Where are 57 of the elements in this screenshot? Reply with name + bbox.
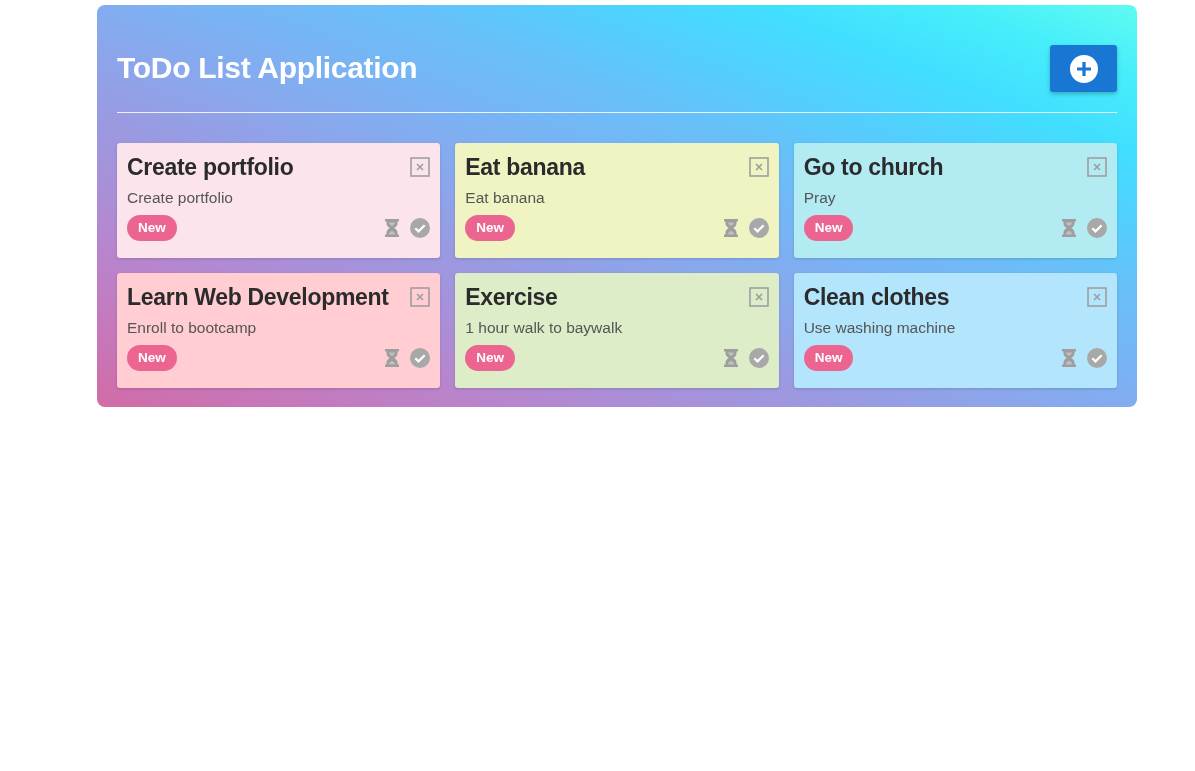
todo-title: Learn Web Development	[127, 283, 389, 311]
todo-description: Eat banana	[465, 188, 546, 208]
pending-button[interactable]	[1061, 218, 1077, 238]
close-icon	[748, 287, 769, 307]
complete-button[interactable]	[1087, 348, 1107, 368]
check-circle-icon	[1087, 348, 1107, 368]
status-badge: New	[803, 215, 854, 241]
complete-button[interactable]	[748, 218, 769, 238]
status-badge: New	[465, 215, 516, 241]
close-button[interactable]	[410, 287, 431, 307]
add-button[interactable]	[1050, 45, 1117, 92]
close-icon	[1087, 287, 1107, 307]
check-circle-icon	[410, 218, 431, 238]
hourglass-icon	[722, 218, 739, 238]
close-icon	[1087, 157, 1107, 177]
todo-description: Enroll to bootcamp	[127, 318, 258, 338]
close-button[interactable]	[748, 157, 769, 177]
pending-button[interactable]	[722, 218, 739, 238]
hourglass-icon	[384, 348, 401, 368]
close-button[interactable]	[1087, 287, 1107, 307]
check-circle-icon	[1087, 218, 1107, 238]
todo-title: Go to church	[803, 153, 944, 181]
hourglass-icon	[722, 348, 739, 368]
complete-button[interactable]	[1087, 218, 1107, 238]
complete-button[interactable]	[410, 218, 431, 238]
app-title: ToDo List Application	[117, 51, 418, 85]
todo-description: Create portfolio	[127, 188, 234, 208]
todo-description: 1 hour walk to baywalk	[465, 318, 624, 338]
hourglass-icon	[1061, 348, 1077, 368]
close-button[interactable]	[748, 287, 769, 307]
pending-button[interactable]	[384, 218, 401, 238]
todo-description: Pray	[803, 188, 837, 208]
status-badge: New	[127, 215, 177, 241]
close-button[interactable]	[410, 157, 431, 177]
status-badge: New	[465, 345, 516, 371]
check-circle-icon	[748, 348, 769, 368]
complete-button[interactable]	[748, 348, 769, 368]
status-badge: New	[803, 345, 854, 371]
pending-button[interactable]	[722, 348, 739, 368]
complete-button[interactable]	[410, 348, 431, 368]
plus-circle-icon	[1069, 54, 1098, 83]
todo-description: Use washing machine	[803, 318, 957, 338]
check-circle-icon	[748, 218, 769, 238]
todo-title: Eat banana	[465, 153, 586, 181]
close-icon	[410, 157, 431, 177]
close-icon	[748, 157, 769, 177]
close-icon	[410, 287, 431, 307]
pending-button[interactable]	[1061, 348, 1077, 368]
status-badge: New	[127, 345, 177, 371]
check-circle-icon	[410, 348, 431, 368]
pending-button[interactable]	[384, 348, 401, 368]
hourglass-icon	[1061, 218, 1077, 238]
todo-title: Clean clothes	[803, 283, 950, 311]
todo-title: Create portfolio	[127, 153, 294, 181]
close-button[interactable]	[1087, 157, 1107, 177]
todo-title: Exercise	[465, 283, 558, 311]
hourglass-icon	[384, 218, 401, 238]
